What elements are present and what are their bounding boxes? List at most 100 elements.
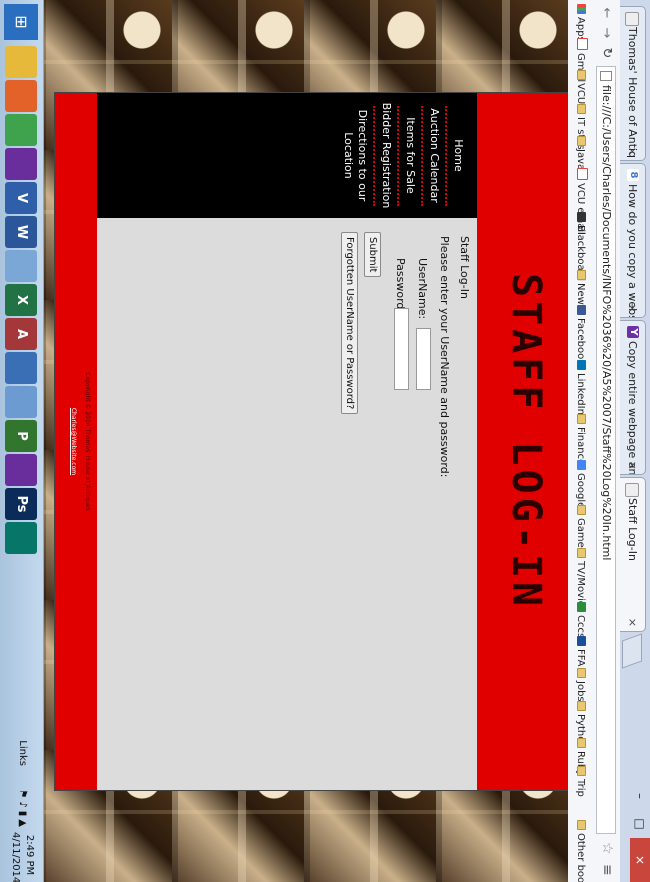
reload-icon[interactable]: ↻ <box>597 44 615 62</box>
menu-icon[interactable]: ≡ <box>599 864 615 876</box>
page-icon <box>625 12 639 26</box>
tab-title: Staff Log-In <box>626 498 639 561</box>
tab-title: Thomas' House of Antiq <box>626 27 639 159</box>
yahoo-icon: Y <box>627 326 639 338</box>
chrome-icon[interactable] <box>5 114 37 146</box>
bookmark-label: Trip <box>575 779 586 797</box>
visual-studio-icon[interactable] <box>5 148 37 180</box>
submit-button[interactable]: Submit <box>364 232 381 278</box>
back-arrow-icon[interactable]: ← <box>597 4 615 22</box>
folder-icon <box>577 70 586 80</box>
password-label: Password <box>394 258 407 310</box>
password-field[interactable] <box>394 308 409 390</box>
tab-copy-webpage[interactable]: Y Copy entire webpage an × <box>620 320 646 475</box>
bookmark-games[interactable]: Games <box>572 505 588 553</box>
site-footer: Copyright © 2014 Thomas' House of Antiqu… <box>55 93 97 790</box>
visio-icon[interactable]: V <box>5 182 37 214</box>
project-icon[interactable]: P <box>5 420 37 452</box>
folder-icon <box>577 505 586 515</box>
bookmark-ffa[interactable]: FFA <box>572 636 588 666</box>
nav-item-directions[interactable]: Directions to our Location <box>341 97 369 214</box>
windows-start-icon[interactable]: ⊞ <box>4 4 38 40</box>
forgot-credentials-button[interactable]: Forgotten UserName or Password? <box>341 232 358 415</box>
nav-item-auction-calendar[interactable]: Auction Calendar <box>421 97 441 214</box>
bookmark-google[interactable]: Google <box>572 460 588 508</box>
paint-icon[interactable] <box>5 386 37 418</box>
close-window-button[interactable]: × <box>630 838 650 882</box>
close-icon[interactable]: × <box>620 304 645 313</box>
flag-icon[interactable]: ⚑ <box>17 789 28 801</box>
divider <box>397 105 399 206</box>
explorer-folder-icon[interactable] <box>5 46 37 78</box>
bookmark-finance[interactable]: Finance <box>572 414 588 465</box>
divider <box>421 105 423 206</box>
close-icon[interactable]: × <box>620 147 645 156</box>
folder-icon <box>577 701 586 711</box>
sidebar-nav: Home Auction Calendar Items for Sale Bid… <box>97 93 477 218</box>
photoshop-icon[interactable]: Ps <box>5 488 37 520</box>
google-icon: 8 <box>627 169 639 181</box>
minimize-button[interactable]: – <box>630 782 650 810</box>
firefox-icon[interactable] <box>5 80 37 112</box>
star-icon[interactable]: ☆ <box>599 842 615 855</box>
form-heading: Staff Log-In <box>458 236 471 299</box>
nav-item-bidder-registration[interactable]: Bidder Registration <box>373 97 393 214</box>
bookmark-trip[interactable]: Trip <box>572 766 588 797</box>
page-icon <box>625 483 639 497</box>
nav-item-items-for-sale[interactable]: Items for Sale <box>397 97 417 214</box>
notepad-icon[interactable] <box>5 250 37 282</box>
folder-icon <box>577 104 586 114</box>
bookmark-java[interactable]: Java <box>572 136 588 170</box>
page-background: STAFF LOG-IN Home Auction Calendar Items… <box>44 0 568 882</box>
bookmark-label: Google <box>575 473 586 509</box>
bookmark-linkedin[interactable]: LinkedIn <box>572 360 588 415</box>
username-label: UserName: <box>416 258 429 320</box>
other-bookmarks[interactable]: Other bookmarks <box>572 820 588 882</box>
new-tab-button[interactable] <box>622 633 642 669</box>
hex-app-icon[interactable] <box>5 352 37 384</box>
email-link[interactable]: Charles@Website.com <box>70 93 77 790</box>
taskbar: ⊞ Links ⚑♪▮▲ 2:49 PM 4/11/2014 V W X A P Ps <box>0 0 44 882</box>
bookmark-facebook[interactable]: Facebook <box>572 305 588 365</box>
excel-icon[interactable]: X <box>5 284 37 316</box>
site-container: STAFF LOG-IN Home Auction Calendar Items… <box>54 92 568 791</box>
address-bar[interactable]: file:///C:/Users/Charles/Documents/INFO%… <box>596 66 616 834</box>
username-field[interactable] <box>416 328 431 390</box>
tab-title: Copy entire webpage an <box>626 341 639 475</box>
tab-how-copy[interactable]: 8 How do you copy a webs × <box>620 163 646 318</box>
apps-icon <box>577 4 586 14</box>
tab-strip: Thomas' House of Antiq × 8 How do you co… <box>620 0 650 882</box>
tray-icons: ⚑♪▮▲ <box>17 789 28 830</box>
clock[interactable]: 2:49 PM 4/11/2014 <box>8 832 36 882</box>
clock-time: 2:49 PM <box>24 834 35 876</box>
word-icon[interactable]: W <box>5 216 37 248</box>
up-arrow-icon[interactable]: ▲ <box>17 819 28 830</box>
maximize-button[interactable]: □ <box>630 810 650 838</box>
clock-date: 4/11/2014 <box>10 832 21 882</box>
forward-arrow-icon[interactable]: → <box>597 24 615 42</box>
folder-icon <box>577 820 586 830</box>
tab-staff-login[interactable]: Staff Log-In × <box>620 477 646 632</box>
divider <box>373 105 375 206</box>
nav-item-home[interactable]: Home <box>445 97 465 214</box>
close-icon[interactable]: × <box>620 618 645 627</box>
site-header: STAFF LOG-IN <box>477 93 567 790</box>
url-text: file:///C:/Users/Charles/Documents/INFO%… <box>600 85 613 561</box>
links-toolbar[interactable]: Links <box>17 740 28 766</box>
volume-icon[interactable]: ♪ <box>17 801 28 810</box>
copyright-text: Copyright © 2014 Thomas' House of Antiqu… <box>84 372 91 511</box>
gmail-icon <box>577 38 588 50</box>
main-area: Home Auction Calendar Items for Sale Bid… <box>97 93 477 790</box>
bookmark-apps[interactable]: Apps <box>572 4 588 42</box>
toolbar: ← → ↻ file:///C:/Users/Charles/Documents… <box>591 0 620 882</box>
tab-antiques[interactable]: Thomas' House of Antiq × <box>620 6 646 161</box>
bookmark-cccs[interactable]: Cccs <box>572 602 588 638</box>
bookmark-jobs[interactable]: Jobs <box>572 668 588 702</box>
folder-icon <box>577 270 586 280</box>
login-form: Staff Log-In Please enter your UserName … <box>97 218 477 790</box>
visual-studio-icon[interactable] <box>5 454 37 486</box>
publisher-icon[interactable] <box>5 522 37 554</box>
close-icon[interactable]: × <box>620 461 645 470</box>
access-icon[interactable]: A <box>5 318 37 350</box>
facebook-icon <box>577 305 586 315</box>
